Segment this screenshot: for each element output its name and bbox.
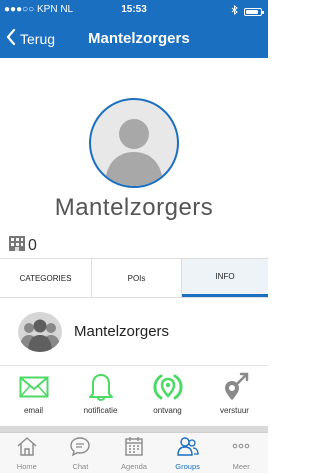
send-button[interactable]: verstuur	[201, 366, 268, 426]
group-row: Mantelzorgers	[0, 298, 268, 366]
building-icon	[8, 234, 26, 257]
status-right	[231, 4, 264, 18]
person-silhouette-icon	[105, 119, 163, 186]
tabbar-home-label: Home	[16, 462, 37, 471]
clock: 15:53	[121, 4, 147, 15]
profile-name: Mantelzorgers	[54, 194, 214, 221]
members-count: 0	[8, 234, 37, 257]
receive-label: ontvang	[153, 406, 182, 415]
groups-icon	[176, 436, 200, 461]
back-button[interactable]: Terug	[6, 28, 56, 48]
email-label: email	[23, 406, 44, 415]
nav-bar: Terug Mantelzorgers	[0, 20, 268, 58]
status-bar: ●●●○○ KPN NL 15:53	[0, 0, 268, 20]
chat-icon	[69, 436, 91, 461]
bluetooth-icon	[231, 4, 238, 18]
calendar-icon	[123, 436, 145, 461]
send-label: verstuur	[220, 406, 249, 415]
battery-icon	[244, 7, 264, 16]
tabbar-groups-label: Groups	[175, 462, 200, 471]
tabbar-groups[interactable]: Groups	[161, 433, 215, 473]
tabbar-agenda-label: Agenda	[121, 462, 147, 471]
tabbar-chat[interactable]: Chat	[54, 433, 108, 473]
notification-button[interactable]: notificatie	[67, 366, 134, 426]
tabbar-more[interactable]: Meer	[214, 433, 268, 473]
action-bar: email notificatie ontvang verstuur	[0, 366, 268, 426]
notification-label: notificatie	[83, 406, 118, 415]
home-icon	[16, 436, 38, 461]
tabbar-more-label: Meer	[232, 462, 250, 471]
avatar	[89, 98, 179, 188]
count-value: 0	[28, 236, 37, 254]
chevron-left-icon	[6, 28, 16, 48]
segment-tabs: CATEGORIES POIs INFO	[0, 258, 268, 298]
more-icon	[230, 436, 252, 461]
tab-info[interactable]: INFO	[182, 259, 268, 297]
envelope-icon	[19, 370, 49, 404]
bell-icon	[88, 370, 114, 404]
bottom-tab-bar: Home Chat Agenda Groups Meer	[0, 432, 268, 473]
profile-header: Mantelzorgers 0	[0, 58, 268, 258]
receive-button[interactable]: ontvang	[134, 366, 201, 426]
email-button[interactable]: email	[0, 366, 67, 426]
tabbar-home[interactable]: Home	[0, 433, 54, 473]
tabbar-agenda[interactable]: Agenda	[107, 433, 161, 473]
tab-categories[interactable]: CATEGORIES	[0, 259, 92, 297]
page-title: Mantelzorgers	[88, 30, 190, 47]
group-avatar-icon	[18, 312, 62, 352]
tab-pois[interactable]: POIs	[92, 259, 182, 297]
back-label: Terug	[20, 30, 56, 47]
group-name: Mantelzorgers	[74, 323, 170, 340]
receive-location-icon	[151, 370, 185, 404]
tabbar-chat-label: Chat	[72, 462, 89, 471]
send-location-icon	[219, 370, 251, 404]
